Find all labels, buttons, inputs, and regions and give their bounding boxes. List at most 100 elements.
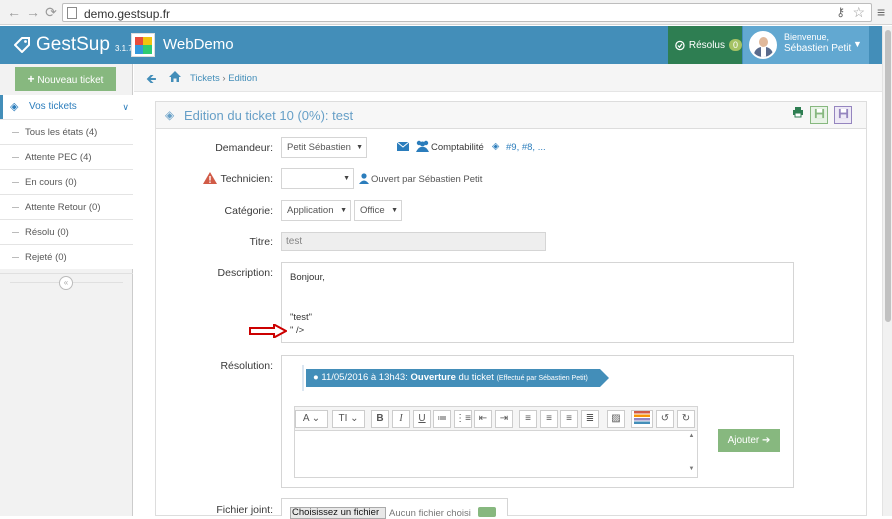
double-chevron-left-icon[interactable]: « [59,276,73,290]
save-button[interactable] [810,106,828,124]
browser-toolbar: ← → ⟳ demo.gestsup.fr ⚷ ☆ ≡ [0,0,892,25]
bookmark-star-icon[interactable]: ☆ [852,4,865,21]
home-icon[interactable] [168,70,182,83]
no-file-text: Aucun fichier choisi [389,508,471,519]
sidebar-item-label: Attente Retour (0) [25,202,101,213]
caret-down-icon: ▼ [340,207,347,214]
resolution-label: Résolution: [220,360,273,372]
envelope-icon[interactable] [397,142,409,151]
page-scrollbar[interactable] [882,26,892,516]
titre-input[interactable]: test [281,232,546,251]
caret-down-icon: ▼ [343,175,350,182]
sidebar-item-rejete[interactable]: Rejeté (0) [0,244,133,269]
italic-button[interactable]: I [392,410,410,428]
technicien-label: Technicien: [220,173,273,185]
add-resolution-button[interactable]: Ajouter ➔ [718,429,780,452]
user-name: Sébastien Petit [784,43,852,54]
sidebar-item-resolu[interactable]: Résolu (0) [0,219,133,244]
reload-icon[interactable]: ⟳ [43,4,59,20]
font-family-button[interactable]: A ⌄ [295,410,328,428]
sidebar: + Nouveau ticket ◈ Vos tickets ∨ Tous le… [0,64,133,516]
floppy-icon [838,108,848,119]
breadcrumb-tickets-link[interactable]: Tickets [190,73,220,84]
red-arrow-annotation-icon [249,324,287,338]
bullet-list-icon[interactable]: ≔ [433,410,451,428]
opened-by-text: Ouvert par Sébastien Petit [371,174,483,185]
browser-menu-icon[interactable]: ≡ [877,4,885,20]
back-arrow-icon[interactable]: 🡸 [146,70,157,92]
align-center-icon[interactable]: ≡ [540,410,558,428]
resolved-count-badge: 0 [728,39,742,51]
sidebar-item-label: Attente PEC (4) [25,152,92,163]
description-line: " /> [290,325,305,336]
timeline-event-name: Ouverture [410,372,456,383]
sidebar-item-tous-les-etats[interactable]: Tous les états (4) [0,119,133,144]
breadcrumb: 🡸 Tickets › Edition [134,64,882,92]
breadcrumb-separator: › [219,73,229,84]
save-and-close-button[interactable] [834,106,852,124]
categorie-value: Application [287,205,334,216]
app-header: GestSup 3.1.7 WebDemo Résolus 0 Bienvenu… [0,26,882,64]
url-text: demo.gestsup.fr [84,7,171,21]
ajouter-label: Ajouter [727,435,760,446]
app-logo[interactable]: GestSup 3.1.7 [14,34,133,56]
new-ticket-button[interactable]: + Nouveau ticket [15,67,116,91]
description-label: Description: [217,267,273,279]
numbered-list-icon[interactable]: ⋮≡ [454,410,472,428]
address-bar[interactable]: demo.gestsup.fr ⚷ ☆ [62,3,872,22]
tags-icon: ◈ [492,141,500,152]
subcategorie-select[interactable]: Office ▼ [354,200,402,221]
editor-scrollbar[interactable]: ▲ ▼ [686,431,697,477]
service-label: Comptabilité [431,142,484,153]
sidebar-section-label: Vos tickets [29,101,77,112]
justify-icon[interactable]: ≣ [581,410,599,428]
outdent-icon[interactable]: ⇤ [474,410,492,428]
key-icon[interactable]: ⚷ [836,5,845,19]
sidebar-collapse: « [0,273,133,291]
description-line: Bonjour, [290,272,325,283]
font-size-button[interactable]: TI ⌄ [332,410,365,428]
fichier-label: Fichier joint: [216,504,273,516]
description-textarea[interactable]: Bonjour, "test" " /> [281,262,794,343]
tag-icon [14,37,30,53]
caret-down-icon: ▼ [853,39,862,49]
users-icon [416,140,429,152]
sidebar-section-vos-tickets[interactable]: ◈ Vos tickets ∨ [0,95,133,119]
choose-file-button[interactable]: Choisissez un fichier [290,507,386,519]
panel-header: ◈ Edition du ticket 10 (0%): test [156,102,866,129]
align-left-icon[interactable]: ≡ [519,410,537,428]
demandeur-select[interactable]: Petit Sébastien ▼ [281,137,367,158]
forward-arrow-icon[interactable]: → [25,4,41,20]
technicien-select[interactable]: ▼ [281,168,354,189]
user-menu[interactable]: Bienvenue, Sébastien Petit ▼ [743,26,869,64]
categorie-select[interactable]: Application ▼ [281,200,351,221]
bold-button[interactable]: B [371,410,389,428]
sidebar-item-en-cours[interactable]: En cours (0) [0,169,133,194]
company-logo-icon [131,33,155,57]
new-ticket-label: Nouveau ticket [37,75,104,86]
check-circle-icon [675,40,685,50]
sidebar-item-attente-retour[interactable]: Attente Retour (0) [0,194,133,219]
undo-icon[interactable]: ↺ [656,410,674,428]
page-icon [67,7,77,19]
print-icon[interactable] [789,106,807,124]
caret-down-icon: ▼ [391,207,398,214]
app-name: GestSup [36,34,110,55]
resolution-editor: A ⌄ TI ⌄ B I U ≔ ⋮≡ ⇤ ⇥ ≡ ≡ ≡ ≣ ▨ ↺ ↻ ▲ ▼ [294,406,698,478]
instance-name: WebDemo [163,36,234,53]
resolved-label: Résolus [688,39,725,51]
align-right-icon[interactable]: ≡ [560,410,578,428]
redo-icon[interactable]: ↻ [677,410,695,428]
timeline-suffix: du ticket [458,372,494,383]
back-arrow-icon[interactable]: ← [6,4,22,20]
scrollbar-thumb[interactable] [885,30,891,322]
timeline-author: (Effectué par Sébastien Petit) [496,375,588,382]
related-tickets-link[interactable]: #9, #8, ... [506,142,546,153]
underline-button[interactable]: U [413,410,431,428]
resolved-tickets-button[interactable]: Résolus 0 [668,26,742,64]
image-icon[interactable]: ▨ [607,410,625,428]
indent-icon[interactable]: ⇥ [495,410,513,428]
sidebar-item-attente-pec[interactable]: Attente PEC (4) [0,144,133,169]
color-picker-icon[interactable] [631,410,653,428]
plus-icon: + [27,72,35,86]
